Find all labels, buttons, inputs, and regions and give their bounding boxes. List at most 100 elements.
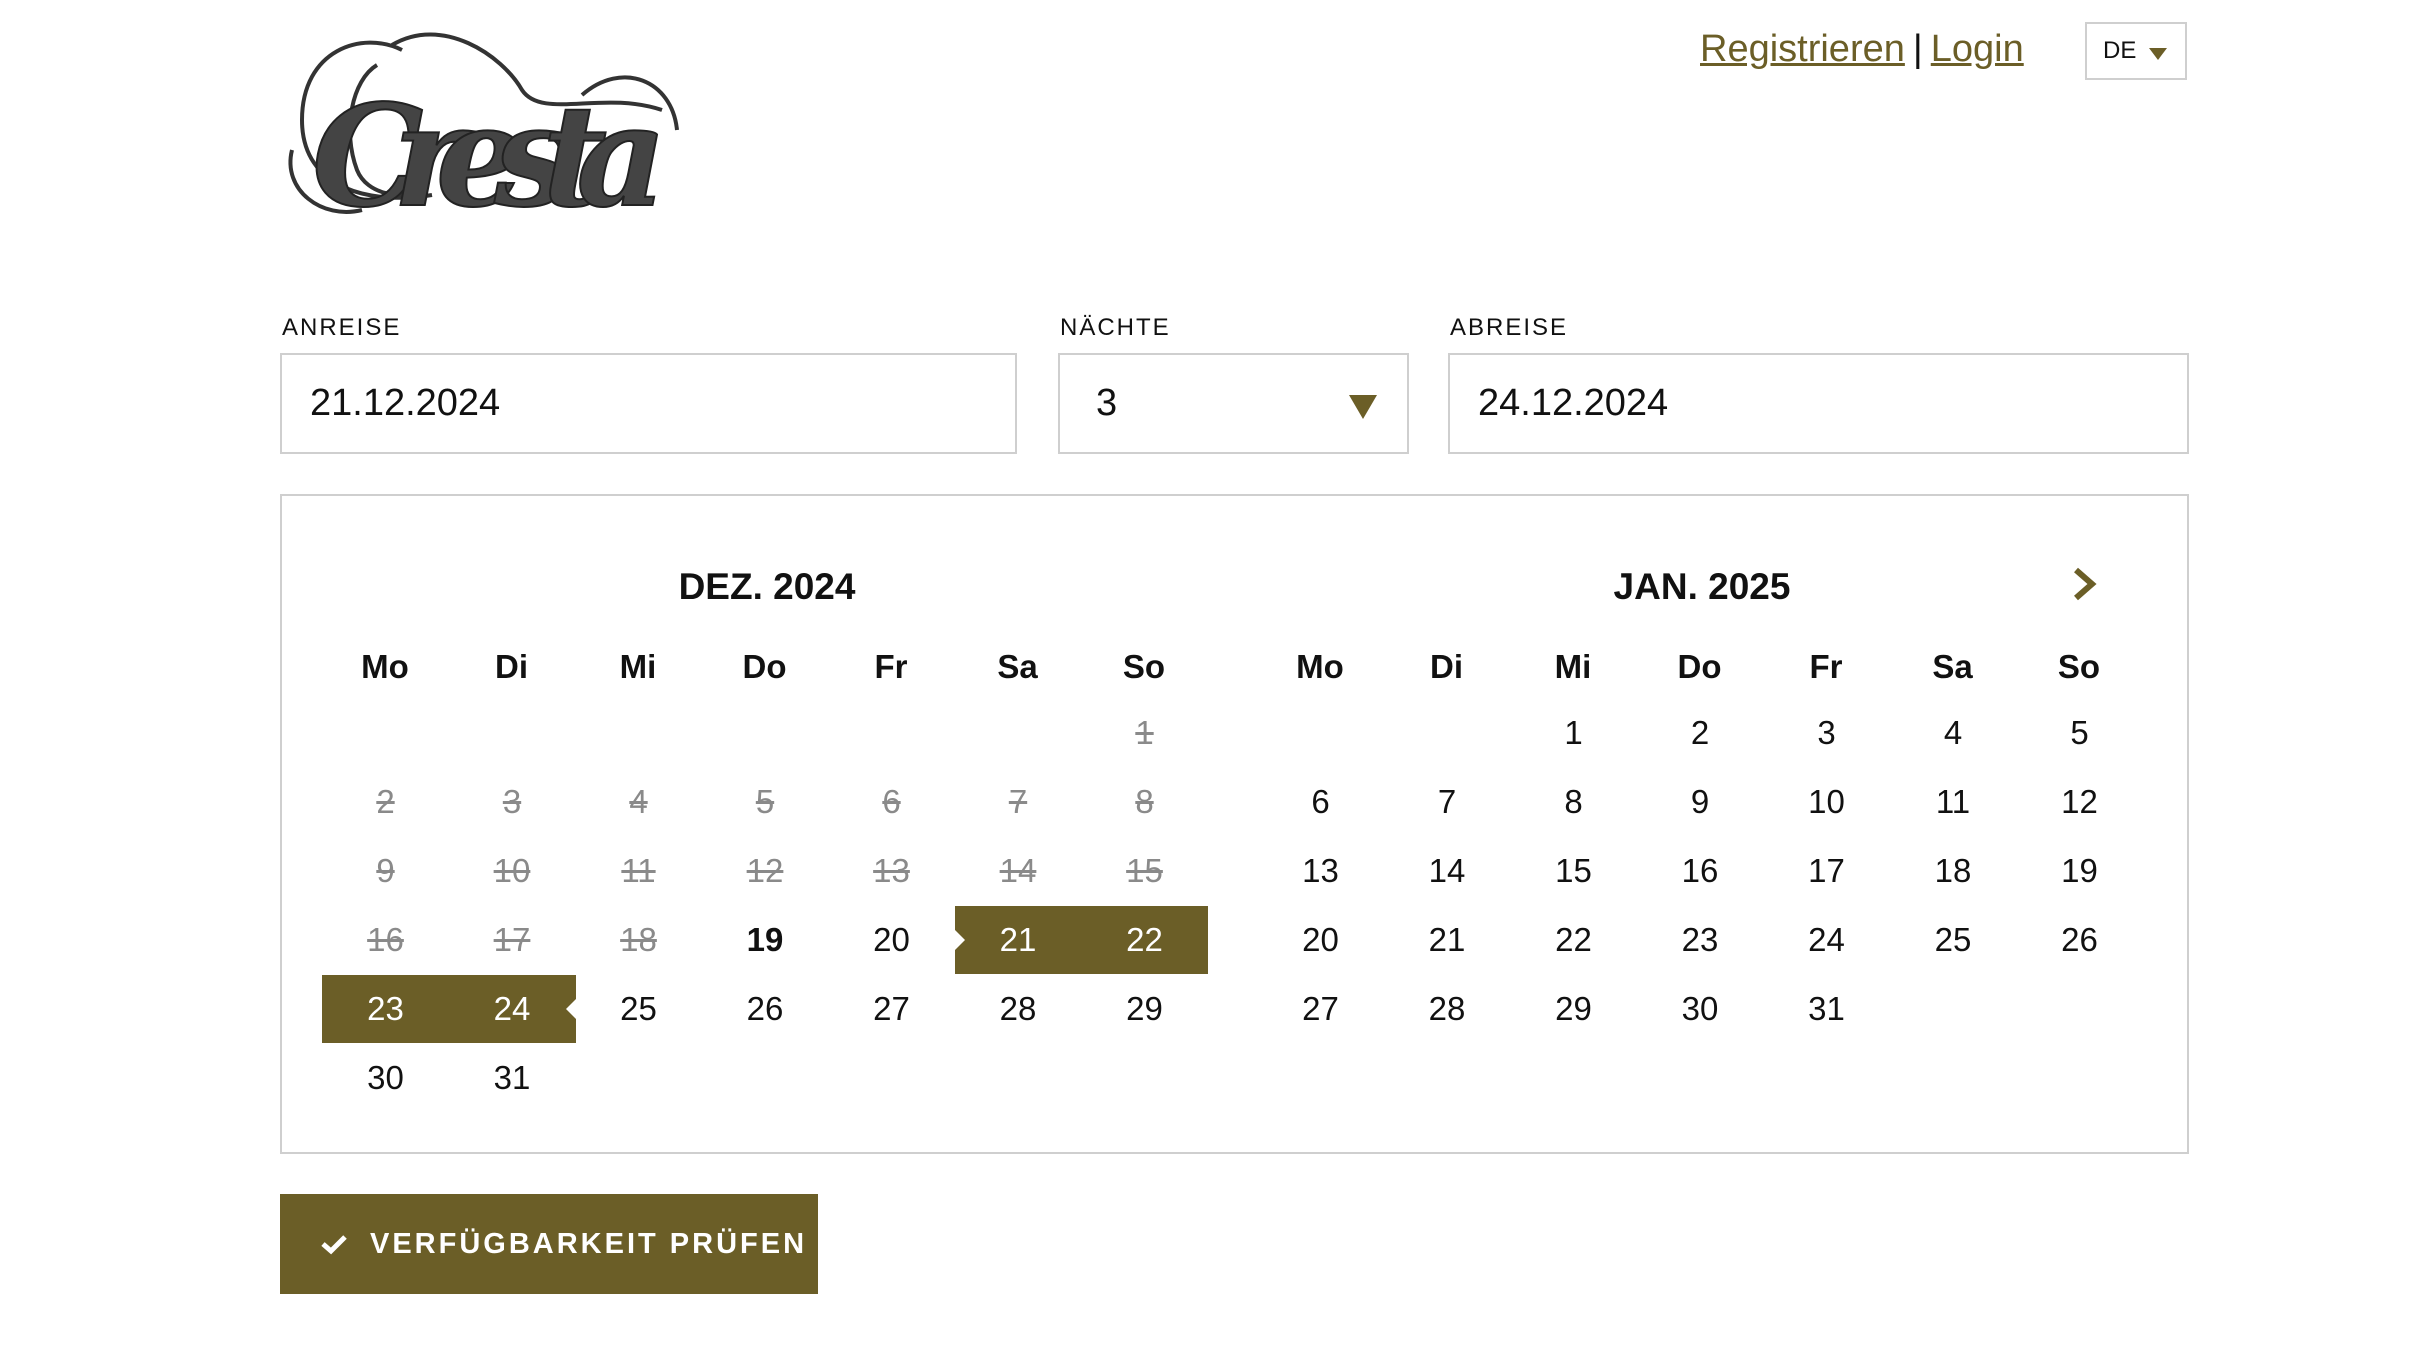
- nights-label: NÄCHTE: [1060, 314, 1171, 341]
- calendar-day[interactable]: 29: [1510, 975, 1637, 1043]
- calendar-day: 12: [746, 852, 784, 889]
- weekday-header: So: [2057, 648, 2101, 685]
- chevron-right-icon[interactable]: [2064, 562, 2104, 606]
- calendar-day: 1: [1135, 714, 1154, 751]
- calendar-day: 5: [755, 783, 775, 820]
- calendar-day[interactable]: 27: [828, 975, 955, 1043]
- calendar-day[interactable]: 7: [1384, 768, 1511, 836]
- calendar-day[interactable]: 21: [954, 906, 1082, 974]
- calendar-day: 18: [620, 921, 657, 958]
- calendar-day[interactable]: 14: [1384, 837, 1511, 905]
- calendar-day[interactable]: 23: [322, 975, 449, 1043]
- nights-select[interactable]: 3: [1058, 353, 1409, 454]
- month-title-dec: DEZ. 2024: [678, 566, 856, 607]
- calendar-day[interactable]: 20: [1257, 906, 1384, 974]
- calendar-day[interactable]: 25: [1890, 906, 2017, 974]
- calendar-day: 13: [873, 852, 910, 889]
- weekday-header: Do: [1677, 648, 1722, 685]
- calendar-day[interactable]: 1: [1510, 699, 1637, 767]
- calendar-day: 8: [1135, 783, 1154, 820]
- calendar-day[interactable]: 3: [1763, 699, 1890, 767]
- calendar-day[interactable]: 8: [1510, 768, 1637, 836]
- calendar-day[interactable]: 19: [702, 906, 829, 974]
- weekday-header: Sa: [997, 648, 1038, 685]
- calendar-day[interactable]: 20: [828, 906, 955, 974]
- calendar-day: 11: [621, 852, 656, 889]
- calendar-day[interactable]: 25: [575, 975, 702, 1043]
- calendar-day[interactable]: 11: [1890, 768, 2017, 836]
- calendar-day[interactable]: 22: [1510, 906, 1637, 974]
- weekday-header: Do: [742, 648, 787, 685]
- calendar-day[interactable]: 18: [1890, 837, 2017, 905]
- calendar-day[interactable]: 30: [322, 1044, 449, 1112]
- calendar-day: 7: [1008, 783, 1028, 820]
- departure-value: 24.12.2024: [1478, 382, 1669, 424]
- weekday-header: Sa: [1932, 648, 1973, 685]
- calendar-day[interactable]: 28: [1384, 975, 1511, 1043]
- calendar-day: 2: [376, 783, 395, 820]
- arrival-input[interactable]: 21.12.2024: [280, 353, 1017, 454]
- departure-input[interactable]: 24.12.2024: [1448, 353, 2189, 454]
- calendar-day[interactable]: 23: [1637, 906, 1764, 974]
- language-value: DE: [2103, 37, 2137, 64]
- departure-label: ABREISE: [1450, 314, 1569, 341]
- login-link[interactable]: Login: [1931, 28, 2024, 70]
- calendar-day: 15: [1126, 852, 1163, 889]
- caret-down-icon: [2149, 48, 2167, 60]
- calendar-day: 3: [502, 783, 522, 820]
- month-title-jan: JAN. 2025: [1613, 566, 1791, 607]
- auth-links: Registrieren | Login: [1700, 28, 2024, 71]
- calendar-day[interactable]: 24: [448, 975, 576, 1043]
- weekday-header: So: [1122, 648, 1166, 685]
- weekday-header: Di: [1430, 648, 1463, 685]
- register-link[interactable]: Registrieren: [1700, 28, 1905, 70]
- calendar-day[interactable]: 19: [2016, 837, 2143, 905]
- calendar-day[interactable]: 30: [1637, 975, 1764, 1043]
- calendar-day: 14: [999, 852, 1037, 889]
- calendar-day[interactable]: 10: [1763, 768, 1890, 836]
- check-availability-label: VERFÜGBARKEIT PRÜFEN: [370, 1227, 808, 1260]
- weekday-header: Fr: [874, 648, 908, 685]
- calendar-day[interactable]: 22: [1081, 906, 1208, 974]
- calendar-day[interactable]: 12: [2016, 768, 2143, 836]
- calendar-day[interactable]: 9: [1637, 768, 1764, 836]
- calendar-day[interactable]: 16: [1637, 837, 1764, 905]
- link-separator: |: [1912, 28, 1923, 70]
- arrival-value: 21.12.2024: [310, 382, 501, 424]
- calendar-day: 6: [882, 783, 901, 820]
- weekday-header: Fr: [1809, 648, 1843, 685]
- calendar-day[interactable]: 31: [449, 1044, 576, 1112]
- check-availability-button[interactable]: VERFÜGBARKEIT PRÜFEN: [280, 1194, 818, 1294]
- calendar-day[interactable]: 29: [1081, 975, 1208, 1043]
- calendar-day[interactable]: 21: [1384, 906, 1511, 974]
- calendar-day[interactable]: 31: [1763, 975, 1890, 1043]
- calendar-day[interactable]: 5: [2016, 699, 2143, 767]
- weekday-header: Mo: [361, 648, 409, 685]
- calendar-day[interactable]: 15: [1510, 837, 1637, 905]
- calendar-day[interactable]: 27: [1257, 975, 1384, 1043]
- weekday-header: Mi: [619, 648, 657, 685]
- weekday-header: Mo: [1296, 648, 1344, 685]
- calendar-day[interactable]: 24: [1763, 906, 1890, 974]
- calendar-day[interactable]: 28: [955, 975, 1082, 1043]
- language-select[interactable]: DE: [2085, 22, 2187, 80]
- calendar-day: 10: [493, 852, 531, 889]
- caret-down-icon: [1349, 395, 1377, 419]
- calendar-day[interactable]: 26: [702, 975, 829, 1043]
- calendar-day: 17: [493, 921, 531, 958]
- logo-wordmark: Cresta: [312, 75, 667, 225]
- calendar-day[interactable]: 13: [1257, 837, 1384, 905]
- calendar-day[interactable]: 2: [1637, 699, 1764, 767]
- calendar-day[interactable]: 4: [1890, 699, 2017, 767]
- calendar-day[interactable]: 6: [1257, 768, 1384, 836]
- calendar-day[interactable]: 26: [2016, 906, 2143, 974]
- weekday-header: Di: [495, 648, 528, 685]
- check-icon: [321, 1235, 347, 1255]
- nights-value: 3: [1096, 382, 1118, 424]
- cresta-logo[interactable]: Cresta: [282, 20, 682, 225]
- weekday-header: Mi: [1554, 648, 1592, 685]
- calendar-day: 16: [367, 921, 404, 958]
- calendar-day: 9: [376, 852, 395, 889]
- calendar-day: 4: [629, 783, 648, 820]
- calendar-day[interactable]: 17: [1763, 837, 1890, 905]
